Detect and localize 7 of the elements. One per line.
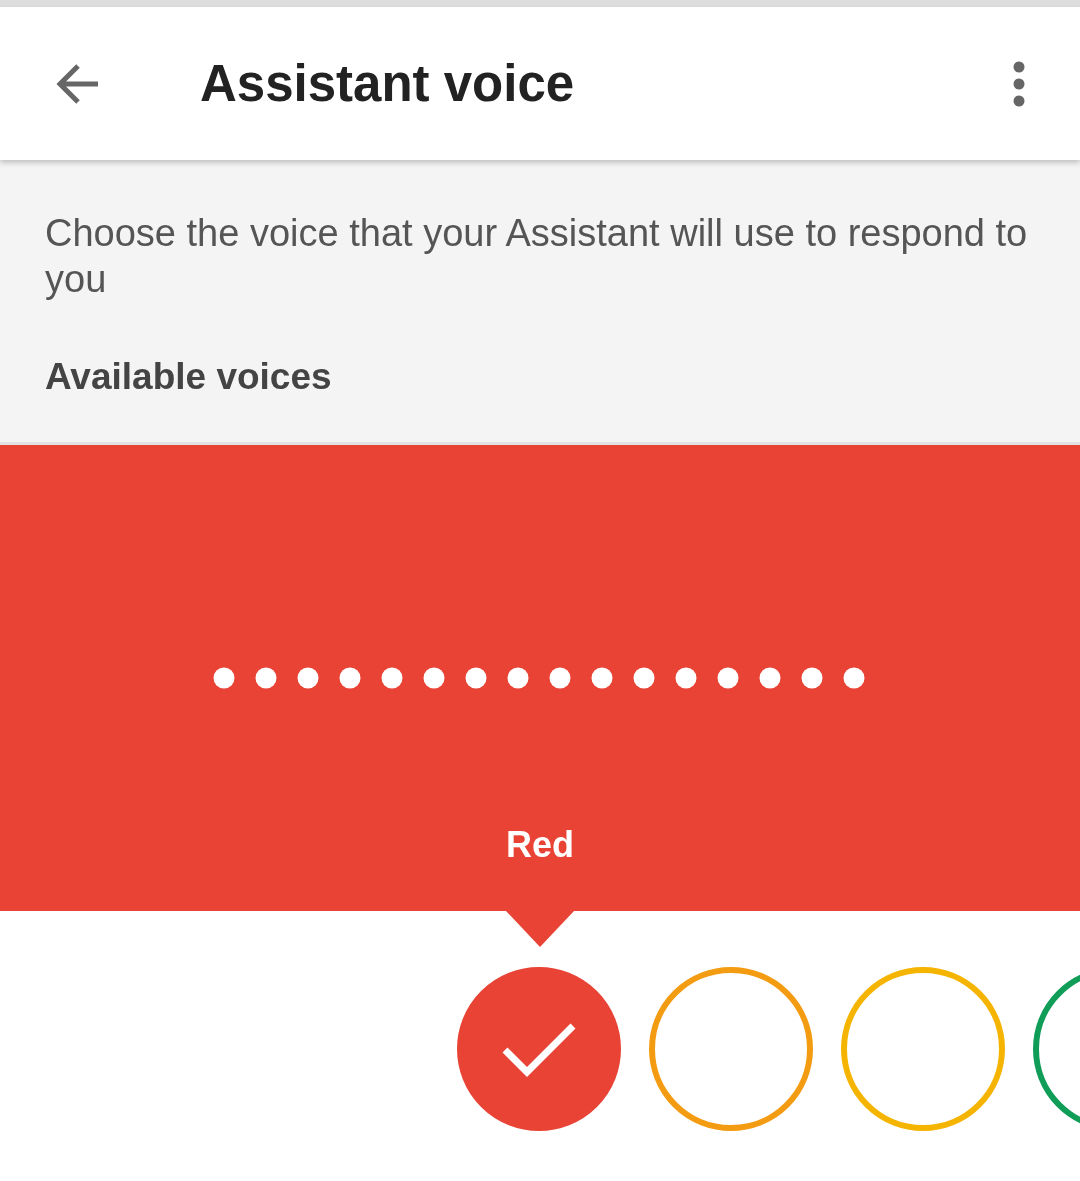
voice-swatch[interactable] bbox=[649, 967, 813, 1131]
more-options-icon[interactable] bbox=[1013, 60, 1025, 107]
description-text: Choose the voice that your Assistant will use to respond to you bbox=[45, 211, 1029, 302]
screen-title: Assistant voice bbox=[200, 54, 576, 113]
voice-swatch[interactable] bbox=[841, 967, 1005, 1131]
voice-name-label: Red bbox=[506, 824, 574, 866]
section-heading: Available voices bbox=[45, 356, 333, 398]
